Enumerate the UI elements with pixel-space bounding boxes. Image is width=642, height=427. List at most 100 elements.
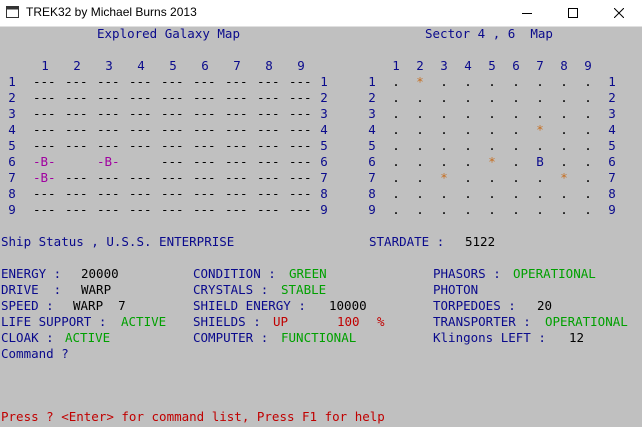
galaxy-row-label: 9	[8, 202, 16, 217]
ship-status-title: Ship Status , U.S.S. ENTERPRISE	[1, 234, 235, 249]
sector-row-label: 7	[368, 170, 376, 185]
galaxy-cell: ---	[97, 202, 120, 217]
sector-col-header: 7	[536, 58, 544, 73]
maximize-icon	[568, 8, 578, 18]
galaxy-cell: ---	[65, 202, 88, 217]
galaxy-row-label: 8	[320, 186, 328, 201]
sector-empty-cell: .	[416, 154, 424, 169]
sector-col-header: 3	[440, 58, 448, 73]
sector-empty-cell: .	[536, 74, 544, 89]
sector-star: *	[488, 154, 496, 169]
sector-row-label: 8	[368, 186, 376, 201]
sector-row-label: 2	[368, 90, 376, 105]
sector-empty-cell: .	[512, 122, 520, 137]
sector-empty-cell: .	[584, 122, 592, 137]
sector-empty-cell: .	[440, 90, 448, 105]
galaxy-cell: ---	[225, 74, 248, 89]
sector-row-label: 9	[608, 202, 616, 217]
drive-label: DRIVE :	[1, 282, 62, 297]
galaxy-cell: ---	[161, 138, 184, 153]
shields-state: UP	[273, 314, 289, 329]
stardate-value: 5122	[465, 234, 496, 249]
galaxy-row-label: 1	[8, 74, 16, 89]
sector-empty-cell: .	[560, 90, 568, 105]
galaxy-row-label: 5	[8, 138, 16, 153]
sector-empty-cell: .	[560, 186, 568, 201]
galaxy-cell: ---	[289, 186, 312, 201]
sector-empty-cell: .	[488, 90, 496, 105]
minimize-button[interactable]	[504, 0, 550, 26]
sector-empty-cell: .	[512, 186, 520, 201]
sector-empty-cell: .	[464, 90, 472, 105]
galaxy-cell: ---	[97, 186, 120, 201]
galaxy-cell: ---	[129, 106, 152, 121]
app-window: TREK32 by Michael Burns 2013 Explored Ga…	[0, 0, 642, 427]
galaxy-col-header: 8	[265, 58, 273, 73]
galaxy-col-header: 7	[233, 58, 241, 73]
galaxy-cell: ---	[65, 106, 88, 121]
sector-starbase: B	[536, 154, 544, 169]
galaxy-cell: ---	[161, 202, 184, 217]
sector-star: *	[440, 170, 448, 185]
sector-empty-cell: .	[584, 186, 592, 201]
energy-label: ENERGY :	[1, 266, 62, 281]
sector-empty-cell: .	[536, 202, 544, 217]
sector-empty-cell: .	[464, 170, 472, 185]
sector-empty-cell: .	[392, 106, 400, 121]
sector-empty-cell: .	[416, 186, 424, 201]
sector-empty-cell: .	[536, 106, 544, 121]
sector-empty-cell: .	[392, 122, 400, 137]
sector-empty-cell: .	[392, 138, 400, 153]
close-button[interactable]	[596, 0, 642, 26]
galaxy-cell: ---	[161, 106, 184, 121]
galaxy-cell: ---	[161, 154, 184, 169]
galaxy-cell: ---	[33, 122, 56, 137]
galaxy-cell: ---	[289, 154, 312, 169]
galaxy-cell: ---	[161, 122, 184, 137]
sector-empty-cell: .	[584, 106, 592, 121]
galaxy-cell: ---	[257, 138, 280, 153]
sector-star: *	[560, 170, 568, 185]
sector-empty-cell: .	[464, 186, 472, 201]
galaxy-cell: ---	[129, 202, 152, 217]
sector-empty-cell: .	[464, 154, 472, 169]
sector-empty-cell: .	[512, 90, 520, 105]
sector-empty-cell: .	[416, 170, 424, 185]
galaxy-cell: ---	[129, 138, 152, 153]
energy-value: 20000	[81, 266, 119, 281]
galaxy-cell: ---	[97, 122, 120, 137]
galaxy-cell: ---	[257, 170, 280, 185]
klingons-left-label: Klingons LEFT :	[433, 330, 546, 345]
galaxy-col-header: 1	[41, 58, 49, 73]
title-bar[interactable]: TREK32 by Michael Burns 2013	[0, 0, 642, 27]
sector-empty-cell: .	[416, 106, 424, 121]
galaxy-cell: ---	[289, 74, 312, 89]
sector-empty-cell: .	[440, 74, 448, 89]
cloak-label: CLOAK :	[1, 330, 54, 345]
galaxy-cell: ---	[161, 186, 184, 201]
sector-empty-cell: .	[464, 138, 472, 153]
sector-empty-cell: .	[488, 202, 496, 217]
galaxy-cell: ---	[33, 90, 56, 105]
galaxy-cell: ---	[257, 154, 280, 169]
sector-empty-cell: .	[560, 74, 568, 89]
sector-empty-cell: .	[416, 122, 424, 137]
galaxy-cell: ---	[193, 138, 216, 153]
galaxy-cell: ---	[97, 106, 120, 121]
galaxy-cell: ---	[129, 122, 152, 137]
sector-empty-cell: .	[584, 202, 592, 217]
command-prompt[interactable]: Command ?	[1, 347, 69, 361]
galaxy-starbase-cell: -B-	[33, 170, 56, 185]
sector-empty-cell: .	[584, 90, 592, 105]
sector-col-header: 6	[512, 58, 520, 73]
sector-empty-cell: .	[440, 202, 448, 217]
sector-row-label: 1	[608, 74, 616, 89]
galaxy-cell: ---	[97, 90, 120, 105]
sector-empty-cell: .	[464, 202, 472, 217]
maximize-button[interactable]	[550, 0, 596, 26]
life-support-label: LIFE SUPPORT :	[1, 314, 107, 329]
stardate-label: STARDATE :	[369, 234, 445, 249]
condition-label: CONDITION :	[193, 266, 276, 281]
sector-empty-cell: .	[488, 74, 496, 89]
shields-percent-sign: %	[377, 314, 385, 329]
